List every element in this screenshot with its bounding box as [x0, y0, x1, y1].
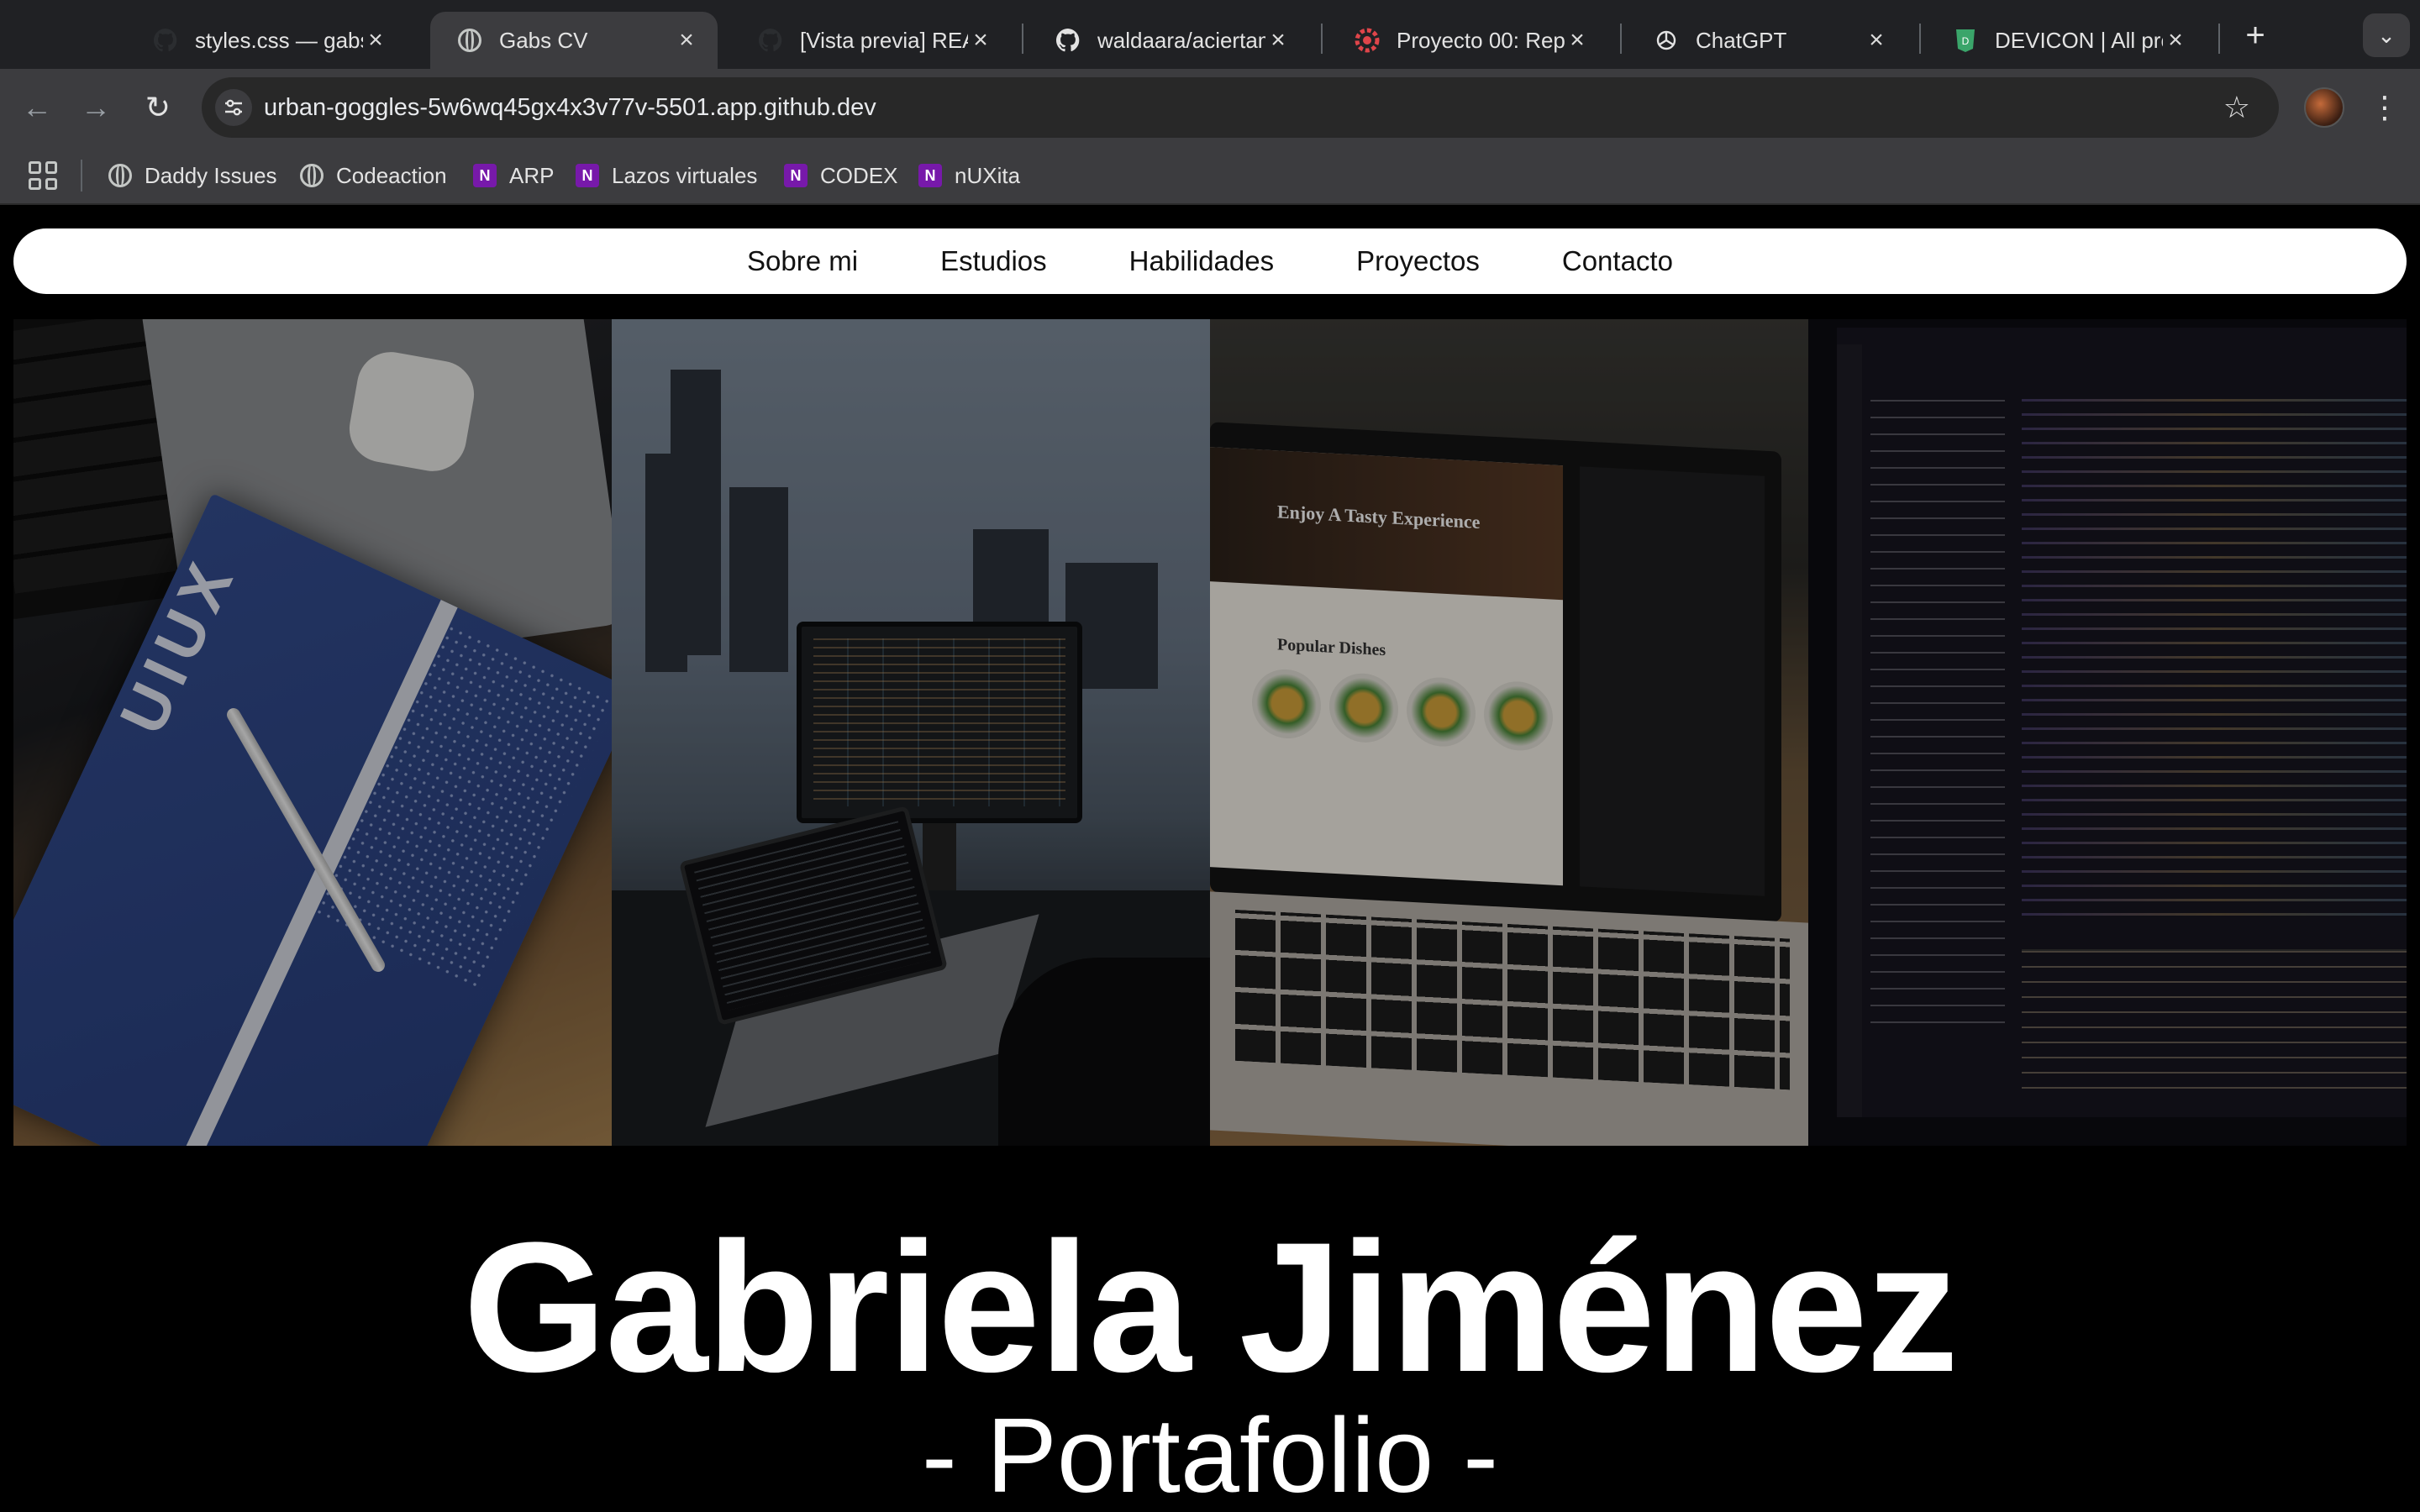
onenote-icon: N: [918, 163, 943, 188]
apps-grid-icon[interactable]: [29, 161, 57, 190]
bookmark-codex[interactable]: N CODEX: [783, 146, 897, 205]
bookmark-label: Lazos virtuales: [612, 162, 758, 188]
bookmark-daddy-issues[interactable]: Daddy Issues: [108, 146, 277, 205]
photo-macbook-restaurant: Enjoy A Tasty Experience Popular Dishes: [1210, 319, 1808, 1146]
close-icon[interactable]: ×: [1265, 28, 1291, 53]
onenote-icon: N: [783, 163, 808, 188]
onenote-icon: N: [575, 163, 600, 188]
chatgpt-icon: [1654, 28, 1679, 53]
close-icon[interactable]: ×: [968, 28, 993, 53]
hero-name: Gabriela Jiménez: [463, 1204, 1959, 1410]
tab-chatgpt[interactable]: ChatGPT ×: [1627, 12, 1907, 69]
project-icon: [1355, 28, 1380, 53]
tab-proyecto-00[interactable]: Proyecto 00: Repos ×: [1328, 12, 1608, 69]
bookmark-label: Codeaction: [336, 162, 447, 188]
nav-link-sobre-mi[interactable]: Sobre mi: [747, 245, 858, 277]
svg-text:D: D: [1962, 35, 1970, 47]
photo-code-editor: [1808, 319, 2407, 1146]
bookmarks-bar: Daddy Issues Codeaction N ARP N Lazos vi…: [0, 146, 2420, 205]
onenote-icon: N: [472, 163, 497, 188]
new-tab-button[interactable]: +: [2232, 12, 2279, 59]
address-bar[interactable]: urban-goggles-5w6wq45gx4x3v77v-5501.app.…: [202, 77, 2279, 138]
close-icon[interactable]: ×: [1565, 28, 1590, 53]
nav-link-contacto[interactable]: Contacto: [1562, 245, 1673, 277]
tab-title: ChatGPT: [1696, 27, 1787, 53]
hero-subtitle: - Portafolio -: [921, 1396, 1499, 1512]
forward-arrow-icon[interactable]: →: [76, 87, 116, 128]
bookmark-arp[interactable]: N ARP: [472, 146, 554, 205]
bookmark-label: Daddy Issues: [145, 162, 277, 188]
github-icon: [758, 28, 783, 53]
close-icon[interactable]: ×: [674, 28, 699, 53]
globe-icon: [108, 163, 133, 188]
globe-icon: [457, 28, 482, 53]
tab-strip: styles.css — gabsc × Gabs CV × [Vista pr…: [0, 0, 2420, 69]
back-arrow-icon[interactable]: ←: [17, 87, 57, 128]
tab-vista-previa[interactable]: [Vista previa] READ ×: [731, 12, 1012, 69]
page-viewport: Sobre mi Estudios Habilidades Proyectos …: [0, 205, 2420, 1512]
bookmarks-divider: [81, 160, 82, 192]
more-menu-icon[interactable]: ⋮: [2368, 87, 2402, 128]
tab-divider: [2218, 24, 2220, 54]
tab-styles-css[interactable]: styles.css — gabsc ×: [126, 12, 407, 69]
browser-toolbar: ← → ↻ urban-goggles-5w6wq45gx4x3v77v-550…: [0, 69, 2420, 146]
tab-divider: [1321, 24, 1323, 54]
bookmark-lazos-virtuales[interactable]: N Lazos virtuales: [575, 146, 757, 205]
bookmark-label: ARP: [509, 162, 555, 188]
tab-title: Gabs CV: [499, 27, 588, 53]
tab-title: Proyecto 00: Repos: [1397, 27, 1565, 53]
bookmark-codeaction[interactable]: Codeaction: [299, 146, 447, 205]
tab-divider: [1919, 24, 1921, 54]
site-navbar: Sobre mi Estudios Habilidades Proyectos …: [13, 228, 2407, 294]
profile-avatar[interactable]: [2304, 87, 2344, 128]
site-settings-icon[interactable]: [215, 89, 252, 126]
photo-notebook: UIUX: [13, 319, 612, 1146]
github-icon: [153, 28, 178, 53]
bookmark-nuxita[interactable]: N nUXita: [918, 146, 1020, 205]
tab-title: DEVICON | All prog: [1995, 27, 2163, 53]
tab-title: [Vista previa] READ: [800, 27, 968, 53]
globe-icon: [299, 163, 324, 188]
tab-divider: [1022, 24, 1023, 54]
tab-gabs-cv[interactable]: Gabs CV ×: [430, 12, 718, 69]
tab-title: styles.css — gabsc: [195, 27, 363, 53]
nav-link-habilidades[interactable]: Habilidades: [1129, 245, 1274, 277]
tab-search-chevron-icon[interactable]: ⌄: [2363, 13, 2410, 57]
github-icon: [1055, 28, 1081, 53]
devicon-icon: D: [1953, 28, 1978, 53]
close-icon[interactable]: ×: [2163, 28, 2188, 53]
nav-link-proyectos[interactable]: Proyectos: [1356, 245, 1480, 277]
bookmark-label: nUXita: [955, 162, 1021, 188]
tab-title: waldaara/aciertame: [1097, 27, 1265, 53]
url-text[interactable]: urban-goggles-5w6wq45gx4x3v77v-5501.app.…: [264, 77, 876, 138]
hero-gallery: UIUX Enjoy A Tasty Experience Popular Di…: [13, 319, 2407, 1146]
close-icon[interactable]: ×: [1864, 28, 1889, 53]
tab-waldaara[interactable]: waldaara/aciertame ×: [1028, 12, 1309, 69]
bookmark-star-icon[interactable]: ☆: [2223, 77, 2250, 138]
reload-icon[interactable]: ↻: [138, 87, 178, 128]
tab-divider: [1620, 24, 1622, 54]
close-icon[interactable]: ×: [363, 28, 388, 53]
tab-devicon[interactable]: D DEVICON | All prog ×: [1926, 12, 2207, 69]
nav-link-estudios[interactable]: Estudios: [940, 245, 1047, 277]
photo-desk-setup: [612, 319, 1210, 1146]
bookmark-label: CODEX: [820, 162, 898, 188]
